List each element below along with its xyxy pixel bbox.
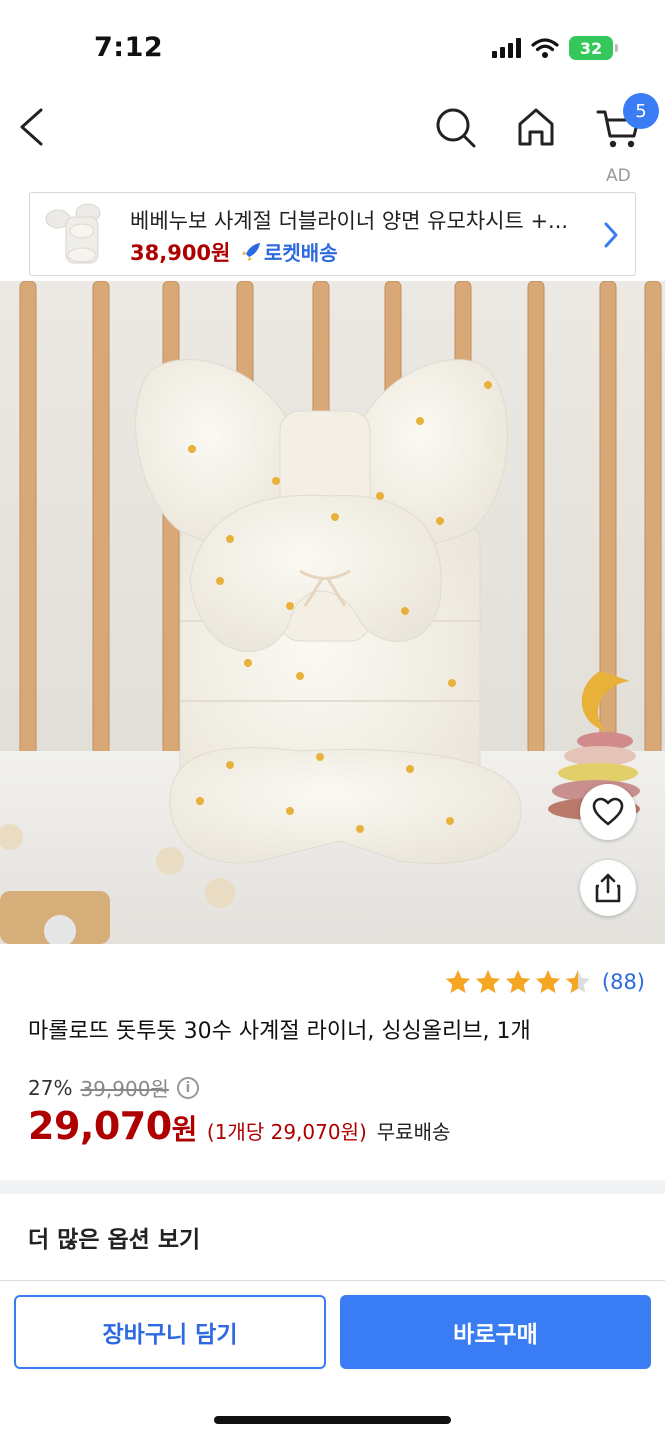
sale-price-value: 29,070 bbox=[28, 1104, 172, 1148]
product-photo bbox=[0, 281, 665, 944]
home-indicator bbox=[214, 1416, 451, 1424]
product-title: 마롤로뜨 돗투돗 30수 사계절 라이너, 싱싱올리브, 1개 bbox=[28, 1019, 531, 1044]
add-to-cart-button[interactable]: 장바구니 담기 bbox=[14, 1295, 326, 1369]
wishlist-button[interactable] bbox=[580, 784, 636, 840]
review-count[interactable]: (88) bbox=[602, 970, 645, 994]
star-icon bbox=[445, 970, 470, 993]
rocket-icon bbox=[242, 242, 260, 261]
info-icon[interactable]: i bbox=[176, 1076, 199, 1099]
ad-price: 38,900원 bbox=[130, 241, 231, 265]
free-shipping-label: 무료배송 bbox=[376, 1120, 451, 1144]
back-icon[interactable] bbox=[8, 102, 58, 152]
star-icon bbox=[475, 970, 500, 993]
discount-rate: 27% bbox=[28, 1075, 73, 1100]
ad-product-thumbnail bbox=[38, 199, 110, 271]
status-bar: 7:12 32 bbox=[0, 0, 665, 100]
unit-price: (1개당 29,070원) bbox=[206, 1120, 367, 1144]
heart-icon bbox=[592, 797, 624, 826]
share-button[interactable] bbox=[580, 860, 636, 916]
search-icon[interactable] bbox=[430, 102, 480, 152]
cart-count-badge: 5 bbox=[623, 93, 659, 129]
section-divider bbox=[0, 1180, 665, 1194]
star-icon bbox=[505, 970, 530, 993]
battery-level: 32 bbox=[579, 38, 603, 58]
sale-price: 29,070원 bbox=[28, 1104, 197, 1148]
buy-now-button[interactable]: 바로구매 bbox=[340, 1295, 651, 1369]
rating-row[interactable]: (88) bbox=[444, 968, 645, 996]
original-price: 39,900원 bbox=[80, 1077, 169, 1101]
share-icon bbox=[595, 873, 621, 903]
ad-title: 베베누보 사계절 더블라이너 양면 유모차시트 +... bbox=[130, 209, 569, 233]
product-image[interactable] bbox=[0, 281, 665, 944]
bottom-bar-divider bbox=[0, 1280, 665, 1281]
chevron-right-icon bbox=[604, 222, 618, 248]
more-options-link[interactable]: 더 많은 옵션 보기 bbox=[28, 1220, 200, 1254]
price-row: 29,070원 (1개당 29,070원) 무료배송 bbox=[28, 1104, 450, 1148]
star-rating bbox=[444, 968, 592, 996]
star-icon bbox=[565, 970, 590, 993]
cellular-signal-icon bbox=[492, 38, 521, 58]
star-icon bbox=[535, 970, 560, 993]
ad-label: AD bbox=[606, 166, 631, 186]
wifi-icon bbox=[531, 38, 559, 58]
rocket-delivery-badge: 로켓배송 bbox=[240, 237, 338, 266]
status-time: 7:12 bbox=[94, 32, 164, 63]
home-icon[interactable] bbox=[511, 102, 561, 152]
rocket-delivery-label: 로켓배송 bbox=[264, 241, 338, 265]
status-icons: 32 bbox=[492, 36, 618, 60]
ad-banner[interactable]: 베베누보 사계절 더블라이너 양면 유모차시트 +... 38,900원 로켓배… bbox=[29, 192, 636, 276]
battery-icon: 32 bbox=[569, 36, 618, 60]
discount-row: 27% 39,900원 i bbox=[28, 1073, 199, 1102]
sale-price-currency: 원 bbox=[171, 1113, 198, 1146]
